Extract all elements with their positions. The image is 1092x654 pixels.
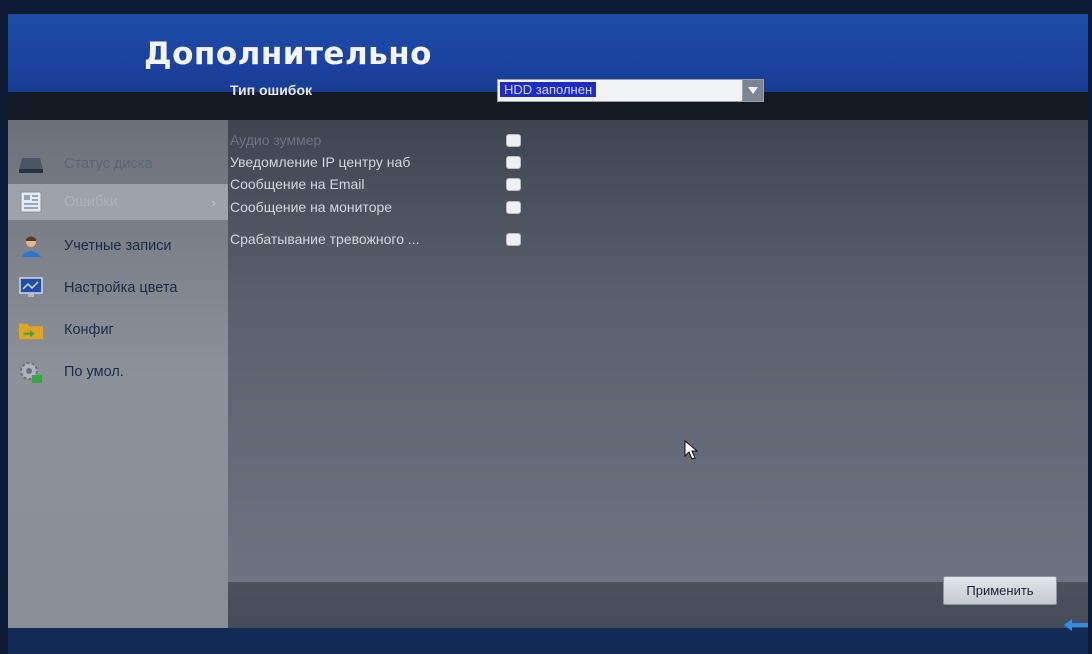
apply-button[interactable]: Применить [943, 576, 1057, 605]
chevron-right-icon: › [211, 194, 216, 210]
option-checkbox[interactable] [506, 134, 521, 147]
sidebar-item-label: Настройка цвета [64, 280, 178, 296]
option-checkbox[interactable] [506, 178, 521, 191]
error-type-select[interactable]: HDD заполнен [497, 79, 764, 102]
error-type-label: Тип ошибок [230, 82, 313, 98]
sidebar-item-label: Ошибки [64, 194, 118, 210]
option-checkbox[interactable] [506, 201, 521, 214]
sidebar-item-label: Конфиг [64, 322, 114, 338]
mouse-cursor-icon [684, 440, 699, 460]
option-alarm-output: Срабатывание тревожного ... [230, 229, 521, 251]
gear-icon [18, 361, 44, 383]
folder-icon [18, 319, 44, 341]
sidebar-item-config[interactable]: Конфиг [8, 312, 228, 348]
sidebar-item-label: По умол. [64, 364, 124, 380]
option-monitor-message: Сообщение на мониторе [230, 197, 521, 219]
option-label: Срабатывание тревожного ... [230, 231, 420, 247]
option-notify-ip-center: Уведомление IP центру наб [230, 152, 521, 174]
monitor-icon [18, 277, 44, 299]
dvr-screen: Дополнительно Статус диска Ошибки › Учет… [8, 14, 1088, 654]
page-title: Дополнительно [144, 36, 432, 72]
option-label: Сообщение на Email [230, 176, 365, 192]
option-label: Аудио зуммер [230, 132, 322, 148]
chevron-down-icon[interactable] [742, 79, 764, 102]
option-label: Сообщение на мониторе [230, 199, 393, 215]
user-icon [18, 235, 44, 257]
sidebar-item-disk-status[interactable]: Статус диска [8, 146, 228, 182]
sidebar: Статус диска Ошибки › Учетные записи Нас… [8, 120, 228, 628]
sidebar-item-label: Статус диска [64, 156, 153, 172]
sidebar-item-label: Учетные записи [64, 238, 172, 254]
back-arrow-icon[interactable] [1062, 616, 1090, 634]
sidebar-item-errors[interactable]: Ошибки › [8, 184, 228, 220]
hdd-icon [18, 153, 44, 175]
error-type-value: HDD заполнен [500, 82, 597, 97]
sidebar-item-color-settings[interactable]: Настройка цвета [8, 270, 228, 306]
option-checkbox[interactable] [506, 156, 521, 169]
option-email: Сообщение на Email [230, 174, 521, 196]
sidebar-item-accounts[interactable]: Учетные записи [8, 228, 228, 264]
sidebar-item-defaults[interactable]: По умол. [8, 354, 228, 390]
option-label: Уведомление IP центру наб [230, 154, 411, 170]
option-checkbox[interactable] [506, 233, 521, 246]
error-icon [18, 191, 44, 213]
option-audio-buzzer: Аудио зуммер [230, 130, 521, 152]
bottom-bar [8, 628, 1088, 654]
